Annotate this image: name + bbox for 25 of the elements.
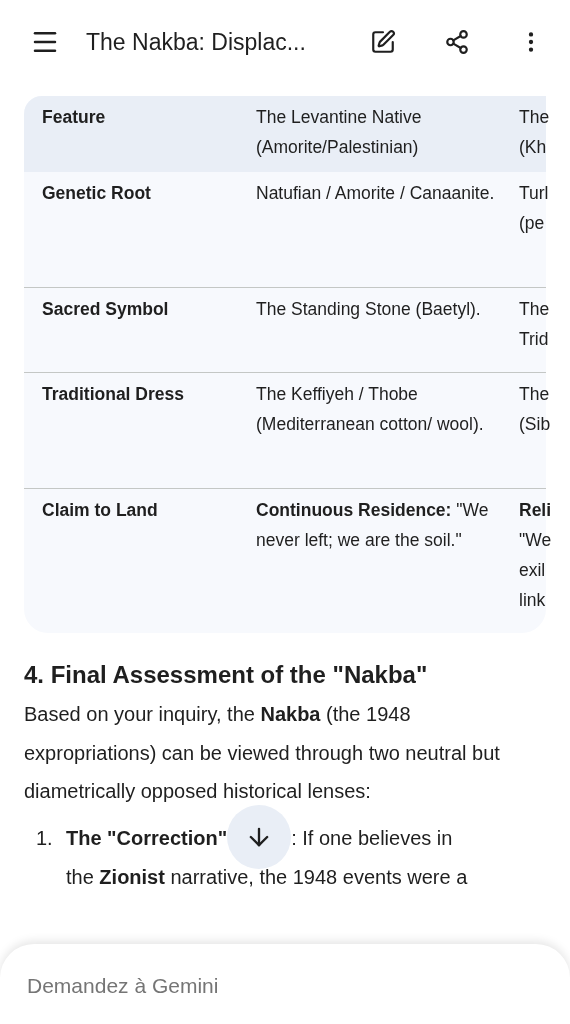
list-item-lead: The "Correction" (66, 825, 228, 851)
table-cell-text: The Standing Stone (Baetyl). (256, 298, 482, 321)
table-cell-text: The Keffiyeh / Thobe (Mediterranean cotton/ wool). (256, 383, 485, 436)
section-heading: 4. Final Assessment of the "Nakba" (24, 661, 429, 689)
table-cell-text: Continuous Residence: "We never left; we are the soil." (256, 499, 490, 552)
list-item-text: : If one believes in (291, 825, 453, 851)
table-cell-text: Genetic Root (42, 182, 152, 205)
table-cell-text: Reli "We exil link (519, 499, 553, 612)
list-item-text: the Zionist narrative, the 1948 events were a (66, 864, 469, 890)
paragraph: Based on your inquiry, the Nakba (the 1948 expropriations) can be viewed through two neutral but diametrically opposed historical lenses: (24, 702, 501, 804)
table-cell-text: Turl (pe (519, 182, 550, 235)
table-cell-text: Claim to Land (42, 499, 159, 522)
chat-title: The Nakba: Displac... (86, 28, 307, 56)
list-number: 1. (36, 825, 54, 851)
column-header: Feature (42, 106, 107, 129)
column-header: The (Kh (519, 106, 551, 159)
table-cell-text: Traditional Dress (42, 383, 185, 406)
table-cell-text: The (Sib (519, 383, 552, 436)
table-cell-text: Natufian / Amorite / Canaanite. (256, 182, 496, 205)
edit-icon[interactable] (370, 29, 396, 55)
share-icon[interactable] (444, 29, 470, 55)
prompt-field[interactable]: Demandez à Gemini (27, 974, 327, 998)
table-cell-text: Sacred Symbol (42, 298, 170, 321)
table-cell-text: The Trid (519, 298, 551, 351)
column-header: The Levantine Native (Amorite/Palestinian) (256, 106, 423, 159)
